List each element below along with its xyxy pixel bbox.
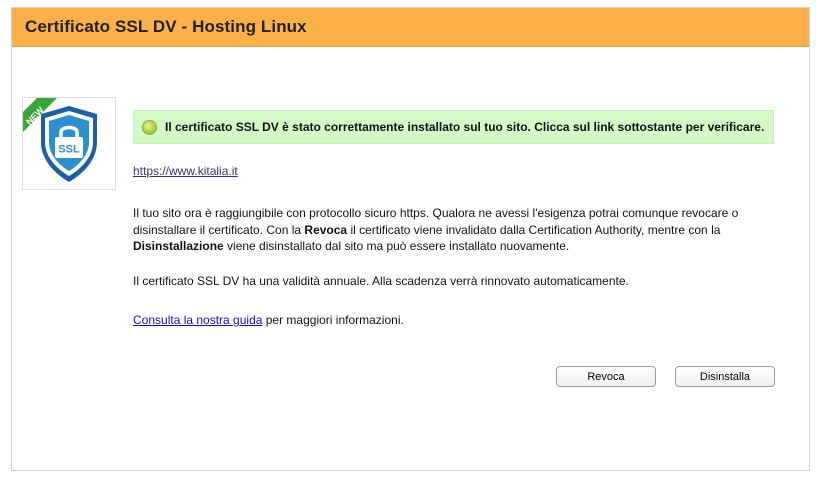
disinstallazione-term: Disinstallazione: [133, 239, 224, 253]
revoca-button-label: Revoca: [587, 370, 625, 383]
success-dot-icon: [142, 119, 157, 135]
description-text-3: viene disinstallato dal sito ma può esse…: [223, 239, 570, 253]
validity-text: Il certificato SSL DV ha una validità an…: [133, 274, 629, 288]
success-message: Il certificato SSL DV è stato correttame…: [165, 120, 765, 134]
guide-link[interactable]: Consulta la nostra guida: [133, 313, 262, 327]
guide-suffix: per maggiori informazioni.: [262, 313, 404, 327]
revoca-term: Revoca: [304, 222, 348, 237]
ssl-logo: NEW SSL: [22, 97, 116, 190]
main-panel: Certificato SSL DV - Hosting Linux NEW S…: [11, 7, 810, 471]
description-paragraph: Il tuo sito ora è raggiungibile con prot…: [133, 205, 773, 255]
disinstalla-button[interactable]: Disinstalla: [675, 366, 775, 387]
site-link[interactable]: https://www.kitalia.it: [133, 164, 238, 178]
revoca-button[interactable]: Revoca: [556, 366, 656, 387]
ssl-shield-icon: NEW SSL: [23, 98, 97, 182]
success-alert: Il certificato SSL DV è stato correttame…: [133, 110, 774, 144]
panel-header: Certificato SSL DV - Hosting Linux: [12, 8, 809, 47]
guide-paragraph: Consulta la nostra guida per maggiori in…: [133, 312, 404, 329]
page-title: Certificato SSL DV - Hosting Linux: [25, 17, 307, 36]
disinstalla-button-label: Disinstalla: [699, 370, 751, 383]
shield-label: SSL: [58, 144, 80, 156]
description-text-2: il certificato viene invalidato dalla Ce…: [347, 222, 721, 237]
